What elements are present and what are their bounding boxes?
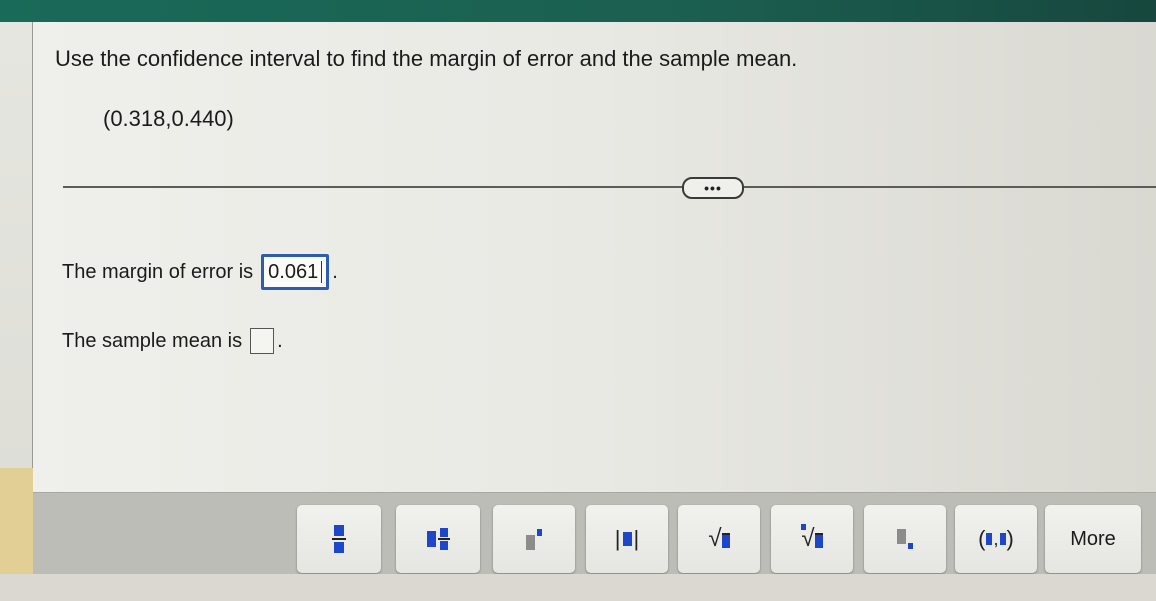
ordered-pair-icon: ( , ) <box>978 526 1014 551</box>
nth-root-button[interactable]: √ <box>771 505 853 573</box>
math-toolbar: | | √ √ ( , ) More <box>33 492 1156 575</box>
margin-of-error-value: 0.061 <box>268 260 319 283</box>
period: . <box>277 329 283 352</box>
sample-mean-row: The sample mean is . <box>62 328 283 354</box>
bottom-area <box>0 574 1156 601</box>
app-header-bar <box>0 0 1156 22</box>
fraction-button[interactable] <box>297 505 381 573</box>
margin-of-error-label: The margin of error is <box>62 260 254 283</box>
question-panel: Use the confidence interval to find the … <box>33 22 1156 492</box>
more-label: More <box>1070 527 1116 550</box>
square-root-button[interactable]: √ <box>678 505 760 573</box>
ordered-pair-button[interactable]: ( , ) <box>955 505 1037 573</box>
more-button[interactable]: More <box>1045 505 1141 573</box>
period: . <box>332 260 338 283</box>
absolute-value-icon: | | <box>614 526 640 551</box>
square-root-icon: √ <box>708 527 730 551</box>
margin-of-error-row: The margin of error is 0.061 . <box>62 254 338 290</box>
mixed-number-button[interactable] <box>396 505 480 573</box>
text-cursor <box>321 261 323 283</box>
subscript-button[interactable] <box>864 505 946 573</box>
exponent-button[interactable] <box>493 505 575 573</box>
absolute-value-button[interactable]: | | <box>586 505 668 573</box>
expand-details-button[interactable]: ••• <box>682 177 744 199</box>
mixed-number-icon <box>426 528 450 550</box>
sample-mean-input[interactable] <box>250 328 275 354</box>
question-prompt: Use the confidence interval to find the … <box>55 46 798 71</box>
subscript-icon <box>897 529 913 549</box>
exponent-icon <box>526 528 542 550</box>
margin-of-error-input[interactable]: 0.061 <box>261 254 330 290</box>
section-divider <box>63 186 1156 188</box>
fraction-icon <box>332 525 346 553</box>
nth-root-icon: √ <box>801 524 823 551</box>
left-highlight-strip <box>0 468 33 590</box>
sample-mean-label: The sample mean is <box>62 329 243 352</box>
confidence-interval: (0.318,0.440) <box>103 106 234 131</box>
